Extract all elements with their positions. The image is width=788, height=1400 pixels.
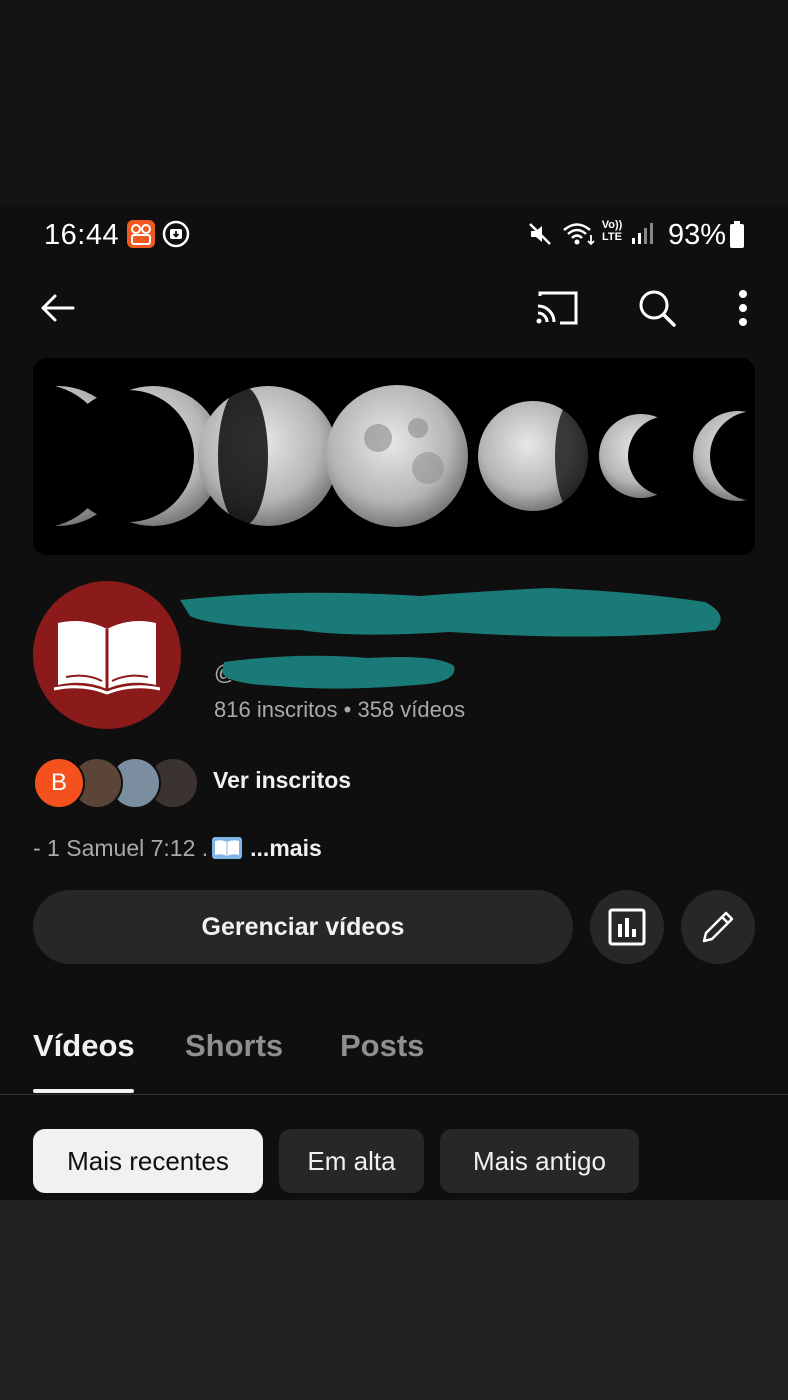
battery-icon — [730, 221, 744, 248]
mute-icon — [529, 223, 551, 245]
view-subscribers-row[interactable]: B Ver inscritos — [33, 753, 633, 809]
chip-label: Mais antigo — [473, 1145, 606, 1176]
stats-separator: • — [343, 697, 352, 722]
open-book-icon — [53, 621, 161, 695]
analytics-button[interactable] — [590, 890, 664, 964]
arrow-left-icon — [41, 294, 75, 322]
channel-description[interactable]: - 1 Samuel 7:12 . ...mais — [33, 835, 322, 862]
back-button[interactable] — [33, 284, 81, 332]
top-blank-area — [0, 0, 788, 205]
channel-tabs: Vídeos Shorts Posts — [0, 1010, 788, 1095]
manage-videos-button[interactable]: Gerenciar vídeos — [33, 890, 573, 964]
search-button[interactable] — [633, 284, 681, 332]
tab-shorts[interactable]: Shorts — [185, 1028, 283, 1064]
search-icon — [639, 290, 676, 327]
download-badge-icon — [162, 220, 190, 248]
volte-label: Vo)) LTE — [601, 219, 623, 243]
view-subscribers-link[interactable]: Ver inscritos — [213, 767, 351, 794]
chip-label: Mais recentes — [67, 1145, 229, 1176]
analytics-icon — [608, 908, 646, 946]
more-vertical-icon — [739, 290, 747, 326]
subscriber-initial: B — [50, 769, 67, 796]
edit-channel-button[interactable] — [681, 890, 755, 964]
filter-chip-em-alta[interactable]: Em alta — [279, 1129, 424, 1193]
status-time: 16:44 — [44, 219, 120, 251]
manage-videos-label: Gerenciar vídeos — [201, 912, 405, 941]
moon-phases-image — [33, 358, 755, 555]
subscriber-count: 816 inscritos — [214, 697, 338, 722]
description-text: - 1 Samuel 7:12 . — [33, 835, 209, 861]
tab-videos[interactable]: Vídeos — [33, 1028, 135, 1064]
channel-stats: 816 inscritos • 358 vídeos — [214, 697, 465, 723]
more-options-button[interactable] — [719, 284, 767, 332]
content-area — [0, 1200, 788, 1400]
tab-posts[interactable]: Posts — [340, 1028, 424, 1064]
description-more-link[interactable]: ...mais — [250, 835, 322, 861]
open-book-emoji-icon — [212, 837, 243, 859]
video-count: 358 vídeos — [357, 697, 466, 722]
filter-chip-mais-antigo[interactable]: Mais antigo — [440, 1129, 639, 1193]
filter-chip-mais-recentes[interactable]: Mais recentes — [33, 1129, 263, 1193]
pencil-icon — [702, 911, 734, 943]
channel-avatar[interactable] — [33, 581, 181, 729]
cast-icon — [536, 291, 578, 325]
handle-redaction-scribble — [222, 655, 455, 689]
status-bar: 16:44 Vo)) LTE 93% — [0, 205, 788, 263]
kwai-app-icon — [127, 220, 155, 248]
cast-button[interactable] — [533, 284, 581, 332]
subscriber-avatar-1: B — [33, 757, 85, 809]
channel-banner — [33, 358, 755, 555]
wifi-icon — [563, 223, 595, 246]
redaction-scribble — [180, 588, 721, 637]
chip-label: Em alta — [307, 1145, 396, 1176]
signal-icon — [632, 223, 653, 244]
active-tab-indicator — [33, 1089, 134, 1093]
battery-percent: 93% — [667, 219, 726, 251]
